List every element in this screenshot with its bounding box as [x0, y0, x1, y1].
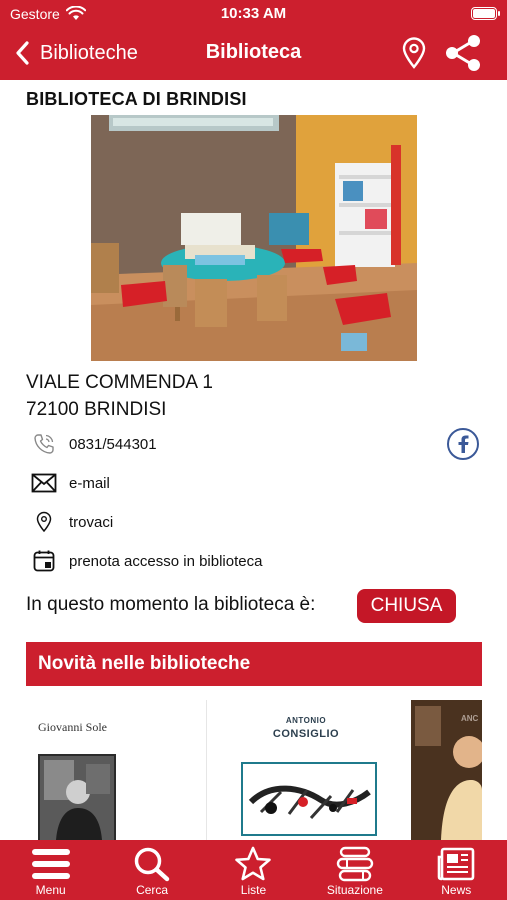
booking-link[interactable]: prenota accesso in biblioteca	[69, 553, 262, 570]
hamburger-menu-icon	[31, 849, 70, 879]
news-section-header: Novità nelle biblioteche	[26, 642, 482, 686]
book-cover-illustration	[241, 762, 377, 836]
tab-label: Cerca	[136, 883, 169, 897]
book-cover[interactable]: ANTONIO CONSIGLIO	[206, 700, 404, 840]
tab-situation[interactable]: Situazione	[304, 840, 405, 900]
book-author-last-name: CONSIGLIO	[272, 728, 340, 740]
tab-label: Menu	[35, 883, 66, 897]
phone-number[interactable]: 0831/544301	[69, 436, 157, 453]
status-badge: CHIUSA	[357, 589, 456, 623]
chevron-left-icon	[16, 41, 29, 65]
address-street: VIALE COMMENDA 1	[26, 372, 213, 393]
new-books-carousel[interactable]: Giovanni Sole ANTONIO CONSIGLIO ANC	[26, 700, 482, 840]
back-button[interactable]: Biblioteche	[12, 38, 138, 68]
envelope-icon	[31, 473, 57, 493]
tab-search[interactable]: Cerca	[101, 840, 202, 900]
back-button-label: Biblioteche	[40, 41, 138, 64]
opening-status-label: In questo momento la biblioteca è:	[26, 594, 316, 615]
tab-label: Liste	[240, 883, 267, 897]
calendar-icon	[33, 550, 55, 572]
books-stack-icon	[336, 846, 374, 882]
library-address: VIALE COMMENDA 1 72100 BRINDISI	[26, 369, 213, 423]
tab-label: News	[441, 883, 472, 897]
email-row[interactable]: e-mail	[30, 470, 110, 496]
email-link[interactable]: e-mail	[69, 475, 110, 492]
tab-news[interactable]: News	[406, 840, 507, 900]
navigation-bar: Biblioteche Biblioteca	[0, 28, 507, 80]
search-icon	[134, 847, 170, 882]
booking-row[interactable]: prenota accesso in biblioteca	[30, 548, 262, 574]
library-name: BIBLIOTECA DI BRINDISI	[26, 89, 247, 109]
book-author-first-name: ANTONIO	[285, 716, 327, 725]
location-row[interactable]: trovaci	[30, 509, 113, 535]
book-cover[interactable]: ANC	[411, 700, 482, 840]
tab-label: Situazione	[326, 883, 383, 897]
share-icon[interactable]	[442, 33, 484, 73]
clock: 10:33 AM	[220, 5, 287, 22]
book-author: Giovanni Sole	[38, 720, 107, 734]
find-us-link[interactable]: trovaci	[69, 514, 113, 531]
book-cover-photo	[38, 754, 116, 840]
book-cover[interactable]: Giovanni Sole	[26, 700, 204, 840]
facebook-icon[interactable]	[446, 427, 480, 461]
tab-menu[interactable]: Menu	[0, 840, 101, 900]
star-icon	[235, 846, 272, 881]
location-pin-icon	[36, 511, 52, 533]
status-bar: Gestore 10:33 AM	[0, 0, 507, 28]
tab-bar: Menu Cerca Liste Situazione News	[0, 840, 507, 900]
library-photo	[91, 115, 417, 361]
address-city: 72100 BRINDISI	[26, 399, 167, 420]
book-cover-photo	[411, 700, 482, 840]
battery-icon	[471, 7, 500, 20]
tab-lists[interactable]: Liste	[203, 840, 304, 900]
phone-icon	[34, 434, 54, 454]
map-pin-icon[interactable]	[400, 36, 428, 70]
phone-row[interactable]: 0831/544301	[30, 431, 157, 457]
newspaper-icon	[437, 847, 475, 881]
